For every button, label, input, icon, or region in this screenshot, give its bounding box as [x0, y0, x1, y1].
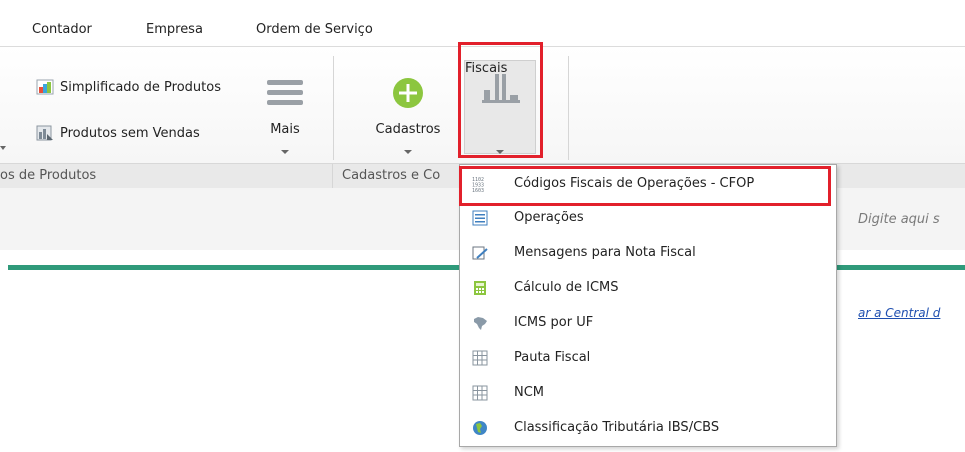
- ribbon-separator: [333, 56, 334, 160]
- calculator-icon: [474, 281, 486, 295]
- table-icon: [472, 350, 488, 366]
- add-circle-icon: [393, 78, 423, 108]
- menu-item-label: ICMS por UF: [514, 315, 594, 330]
- tab-empresa[interactable]: Empresa: [146, 22, 203, 37]
- group-arrow-icon[interactable]: [0, 146, 6, 150]
- menu-item-label: NCM: [514, 385, 545, 400]
- menu-item-classificacao-tributaria[interactable]: Classificação Tributária IBS/CBS: [460, 411, 836, 445]
- menu-bar: Contador Empresa Ordem de Serviço: [0, 0, 965, 47]
- chevron-down-icon: [404, 150, 412, 154]
- product-chart-icon: [36, 125, 53, 141]
- mais-label: Mais: [270, 122, 300, 137]
- edit-message-icon: [472, 246, 488, 260]
- menu-item-icms-por-uf[interactable]: ICMS por UF: [460, 306, 836, 340]
- fiscais-highlight-box: [458, 42, 543, 158]
- mais-button[interactable]: Mais: [260, 60, 310, 154]
- group-label-produtos: os de Produtos: [0, 168, 97, 183]
- menu-item-label: Classificação Tributária IBS/CBS: [514, 420, 720, 435]
- globe-icon: [473, 421, 487, 435]
- cfop-highlight-box: [459, 166, 831, 206]
- brazil-map-icon: [474, 317, 487, 330]
- cadastros-button[interactable]: Cadastros: [362, 60, 454, 154]
- menu-item-label: Mensagens para Nota Fiscal: [514, 245, 696, 260]
- colorful-chart-icon: [36, 79, 54, 95]
- produtos-sem-vendas-button[interactable]: Produtos sem Vendas: [36, 124, 200, 142]
- central-link[interactable]: ar a Central d: [858, 306, 940, 320]
- search-input[interactable]: Digite aqui s: [858, 212, 940, 227]
- simplificado-de-produtos-label: Simplificado de Produtos: [60, 79, 221, 95]
- produtos-sem-vendas-label: Produtos sem Vendas: [60, 125, 200, 141]
- list-icon: [472, 210, 488, 226]
- group-label-cadastros: Cadastros e Co: [342, 168, 441, 183]
- menu-item-label: Operações: [514, 210, 584, 225]
- fiscais-dropdown-menu: 1102 1933 1603 Códigos Fiscais de Operaç…: [459, 164, 837, 447]
- chevron-down-icon: [281, 150, 289, 154]
- hamburger-menu-icon: [267, 80, 303, 105]
- menu-item-label: Pauta Fiscal: [514, 350, 591, 365]
- cadastros-label: Cadastros: [375, 122, 441, 137]
- table-icon: [472, 385, 488, 401]
- tab-contador[interactable]: Contador: [32, 22, 92, 37]
- ribbon-separator: [568, 56, 569, 160]
- menu-item-operacoes[interactable]: Operações: [460, 201, 836, 235]
- menu-item-pauta-fiscal[interactable]: Pauta Fiscal: [460, 341, 836, 375]
- menu-item-mensagens[interactable]: Mensagens para Nota Fiscal: [460, 236, 836, 270]
- menu-item-label: Cálculo de ICMS: [514, 280, 619, 295]
- group-separator: [332, 164, 333, 188]
- simplificado-de-produtos-button[interactable]: Simplificado de Produtos: [36, 78, 221, 96]
- menu-item-calculo-icms[interactable]: Cálculo de ICMS: [460, 271, 836, 305]
- tab-ordem-de-servico[interactable]: Ordem de Serviço: [256, 22, 373, 37]
- menu-item-ncm[interactable]: NCM: [460, 376, 836, 410]
